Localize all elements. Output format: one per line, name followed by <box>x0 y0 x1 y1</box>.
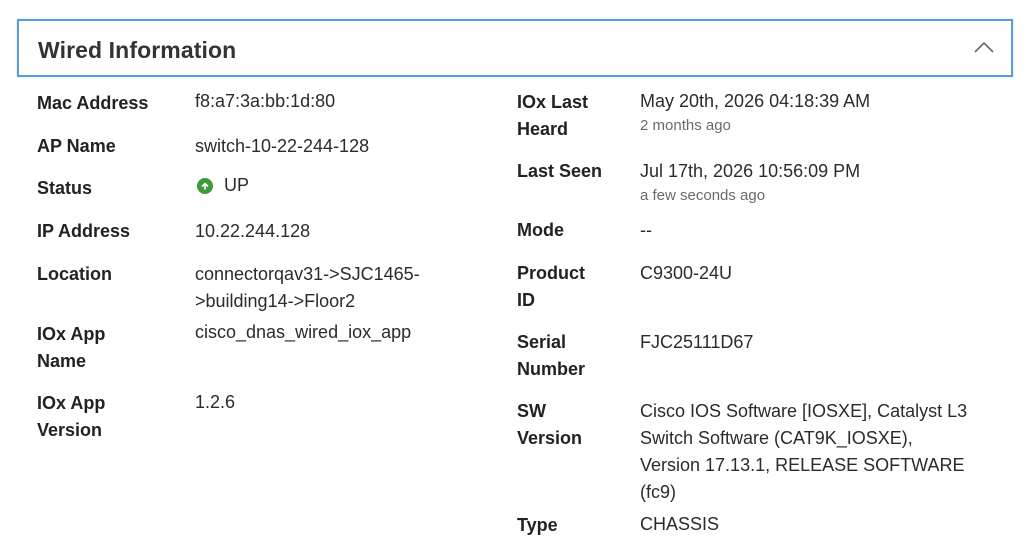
iox-app-version-value: 1.2.6 <box>195 392 236 412</box>
sw-version-label: SW Version <box>517 398 582 452</box>
location-value-line2: >building14->Floor2 <box>195 291 356 311</box>
status-label: Status <box>37 178 93 198</box>
ip-address-value: 10.22.244.128 <box>195 221 311 241</box>
sw-version-line2: Switch Software (CAT9K_IOSXE), <box>640 428 913 448</box>
iox-last-heard-label-line2: Heard <box>517 119 569 139</box>
type-label: Type <box>517 515 558 535</box>
iox-app-name-value: cisco_dnas_wired_iox_app <box>195 322 412 342</box>
sw-version-value: Cisco IOS Software [IOSXE], Catalyst L3 … <box>640 398 967 506</box>
iox-app-version-label-line1: IOx App <box>37 393 106 413</box>
iox-last-heard-label: IOx Last Heard <box>517 89 588 143</box>
product-id-label-line2: ID <box>517 290 535 310</box>
ap-name-value: switch-10-22-244-128 <box>195 136 370 156</box>
wired-information-header[interactable]: Wired Information <box>17 19 1013 77</box>
iox-app-name-label-line2: Name <box>37 351 87 371</box>
type-value: CHASSIS <box>640 514 720 534</box>
location-value: connectorqav31->SJC1465- >building14->Fl… <box>195 261 420 315</box>
mode-value: -- <box>640 220 652 240</box>
sw-version-label-line2: Version <box>517 428 583 448</box>
last-seen-value-wrap: Jul 17th, 2026 10:56:09 PM a few seconds… <box>640 158 860 207</box>
serial-number-value: FJC25111D67 <box>640 332 754 352</box>
serial-number-label-line2: Number <box>517 359 586 379</box>
serial-number-label: Serial Number <box>517 329 585 383</box>
product-id-value: C9300-24U <box>640 263 733 283</box>
iox-app-name-label: IOx App Name <box>37 321 105 375</box>
mac-address-label: Mac Address <box>37 93 149 113</box>
sw-version-label-line1: SW <box>517 401 546 421</box>
location-label: Location <box>37 264 112 284</box>
product-id-label: Product ID <box>517 260 585 314</box>
iox-app-name-label-line1: IOx App <box>37 324 106 344</box>
last-seen-label: Last Seen <box>517 161 603 181</box>
ap-name-label: AP Name <box>37 136 116 156</box>
iox-last-heard-value: May 20th, 2026 04:18:39 AM <box>640 91 871 111</box>
ip-address-label: IP Address <box>37 221 131 241</box>
iox-last-heard-label-line1: IOx Last <box>517 92 589 112</box>
location-value-line1: connectorqav31->SJC1465- <box>195 264 420 284</box>
status-value: UP <box>224 175 250 195</box>
arrow-up-circle-icon <box>197 177 213 194</box>
mode-label: Mode <box>517 220 564 240</box>
iox-app-version-label: IOx App Version <box>37 390 105 444</box>
last-seen-value: Jul 17th, 2026 10:56:09 PM <box>640 161 861 181</box>
iox-last-heard-relative: 2 months ago <box>640 117 731 134</box>
iox-app-version-label-line2: Version <box>37 420 103 440</box>
serial-number-label-line1: Serial <box>517 332 567 352</box>
iox-last-heard-value-wrap: May 20th, 2026 04:18:39 AM 2 months ago <box>640 88 870 137</box>
last-seen-relative: a few seconds ago <box>640 187 766 204</box>
chevron-up-icon <box>974 41 994 53</box>
mac-address-value: f8:a7:3a:bb:1d:80 <box>195 91 336 111</box>
sw-version-line4: (fc9) <box>640 482 676 502</box>
sw-version-line3: Version 17.13.1, RELEASE SOFTWARE <box>640 455 965 475</box>
product-id-label-line1: Product <box>517 263 586 283</box>
panel-title: Wired Information <box>38 37 237 63</box>
status-value-wrap: UP <box>197 172 249 199</box>
collapse-button[interactable] <box>971 35 997 61</box>
sw-version-line1: Cisco IOS Software [IOSXE], Catalyst L3 <box>640 401 968 421</box>
